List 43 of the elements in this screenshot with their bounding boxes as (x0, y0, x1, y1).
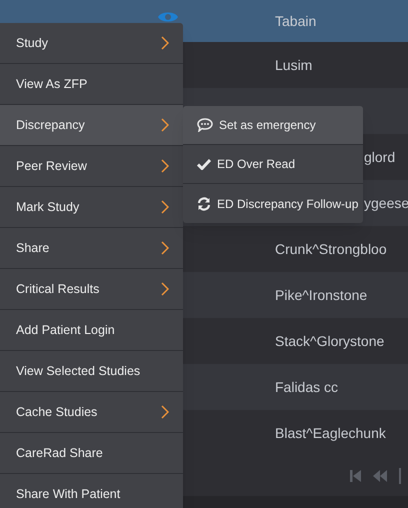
menu-item[interactable]: CareRad Share (0, 433, 183, 474)
patient-name: Pike^Ironstone (275, 286, 368, 304)
submenu-label: Set as emergency (219, 117, 316, 134)
chevron-right-icon (161, 200, 169, 214)
menu-item[interactable]: Share (0, 228, 183, 269)
menu-item[interactable]: Share With Patient (0, 474, 183, 508)
speech-bubble-icon (197, 118, 213, 132)
first-page-icon[interactable] (350, 470, 361, 482)
menu-label: Critical Results (16, 280, 100, 298)
menu-item[interactable]: Add Patient Login (0, 310, 183, 351)
submenu-item[interactable]: ED Discrepancy Follow-up (183, 184, 363, 223)
menu-label: View Selected Studies (16, 362, 140, 380)
patient-name: Crunk^Strongbloo (275, 240, 387, 259)
menu-label: Discrepancy (16, 116, 85, 134)
patient-name: Blast^Eaglechunk (275, 424, 386, 443)
submenu-item[interactable]: Set as emergency (183, 106, 363, 145)
previous-page-icon[interactable] (373, 470, 387, 482)
checkmark-icon (197, 158, 211, 170)
refresh-icon (197, 196, 211, 210)
menu-item[interactable]: View Selected Studies (0, 351, 183, 392)
patient-name: glord (364, 148, 396, 167)
patient-name: Lusim (275, 56, 312, 74)
menu-label: Share With Patient (16, 486, 120, 503)
patient-name: Stack^Glorystone (275, 332, 384, 351)
menu-label: Mark Study (16, 198, 80, 216)
chevron-right-icon (161, 405, 169, 419)
submenu-item[interactable]: ED Over Read (183, 145, 363, 184)
menu-label: Add Patient Login (16, 322, 115, 339)
menu-item[interactable]: Study (0, 23, 183, 64)
chevron-right-icon (161, 241, 169, 255)
menu-item[interactable]: Critical Results (0, 269, 183, 310)
patient-name: Falidas cc (275, 378, 338, 396)
submenu-label: ED Over Read (217, 156, 296, 173)
chevron-right-icon (161, 36, 169, 50)
submenu-label: ED Discrepancy Follow-up (217, 196, 358, 212)
menu-item[interactable]: Cache Studies (0, 392, 183, 433)
patient-name: Tabain (275, 12, 316, 30)
chevron-right-icon (161, 118, 169, 132)
menu-label: Peer Review (16, 158, 87, 175)
menu-item[interactable]: Discrepancy (0, 105, 183, 146)
menu-label: Share (16, 240, 50, 257)
chevron-right-icon (161, 282, 169, 296)
chevron-right-icon (161, 159, 169, 173)
